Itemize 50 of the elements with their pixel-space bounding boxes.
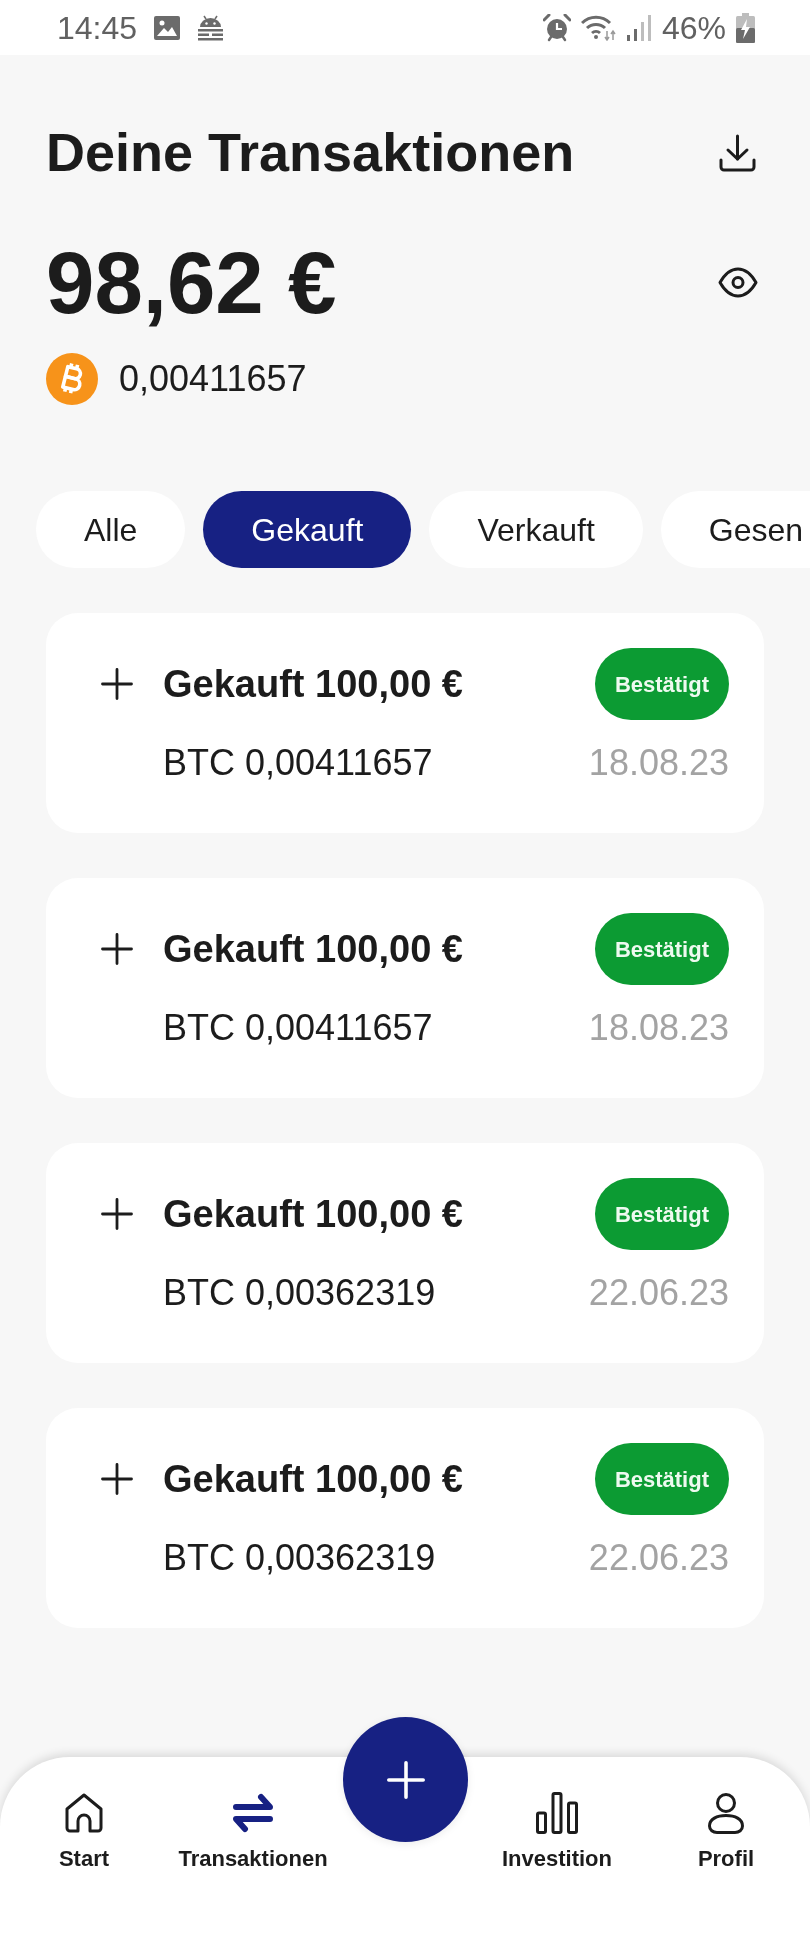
filter-chip[interactable]: Gesen <box>660 491 810 568</box>
status-badge: Bestätigt <box>594 913 729 985</box>
status-badge: Bestätigt <box>594 648 729 720</box>
plus-icon <box>101 1463 133 1495</box>
btc-balance: 0,00411657 <box>119 358 307 400</box>
robot-icon <box>197 14 225 41</box>
transaction-title: Gekauft 100,00 € <box>163 927 464 971</box>
transaction-date: 18.08.23 <box>588 742 729 784</box>
balance-amount: 98,62 € <box>46 239 337 326</box>
plus-icon <box>101 1198 133 1230</box>
transaction-date: 22.06.23 <box>588 1537 729 1579</box>
battery-percent: 46% <box>661 11 726 44</box>
transaction-card[interactable]: Gekauft 100,00 € Bestätigt BTC 0,00362319 22.06.23 <box>46 1408 764 1628</box>
btc-amount: BTC 0,00362319 <box>163 1537 436 1579</box>
filter-chip[interactable]: Verkauft <box>429 491 643 568</box>
battery-icon <box>736 12 755 43</box>
page-title: Deine Transaktionen <box>46 121 575 184</box>
signal-icon <box>626 14 652 41</box>
nav-item[interactable]: Profil <box>697 1792 755 1872</box>
nav-item[interactable]: Investition <box>502 1792 612 1872</box>
eye-icon[interactable] <box>718 267 758 298</box>
transaction-date: 18.08.23 <box>588 1007 729 1049</box>
transaction-card[interactable]: Gekauft 100,00 € Bestätigt BTC 0,00362319 22.06.23 <box>46 1143 764 1363</box>
home-icon <box>65 1793 103 1833</box>
transaction-card[interactable]: Gekauft 100,00 € Bestätigt BTC 0,00411657 18.08.23 <box>46 878 764 1098</box>
image-icon <box>154 15 181 40</box>
nav-item[interactable]: Start <box>58 1792 110 1872</box>
plus-icon <box>386 1760 425 1799</box>
btc-amount: BTC 0,00362319 <box>163 1272 436 1314</box>
status-badge: Bestätigt <box>594 1178 729 1250</box>
bitcoin-icon <box>46 353 98 405</box>
btc-amount: BTC 0,00411657 <box>163 1007 433 1049</box>
transaction-title: Gekauft 100,00 € <box>163 1192 464 1236</box>
transaction-title: Gekauft 100,00 € <box>163 1457 464 1501</box>
bar-chart-icon <box>536 1792 578 1834</box>
status-badge: Bestätigt <box>594 1443 729 1515</box>
status-time: 14:45 <box>57 11 138 44</box>
plus-icon <box>101 933 133 965</box>
person-icon <box>708 1792 744 1834</box>
nav-item[interactable]: Transaktionen <box>178 1792 328 1872</box>
wifi-icon <box>580 14 617 41</box>
download-icon[interactable] <box>719 133 756 172</box>
alarm-clock-icon <box>542 13 571 42</box>
btc-amount: BTC 0,00411657 <box>163 742 433 784</box>
transaction-date: 22.06.23 <box>588 1272 729 1314</box>
filter-chip[interactable]: Alle <box>36 491 186 568</box>
transaction-title: Gekauft 100,00 € <box>163 662 464 706</box>
plus-icon <box>101 668 133 700</box>
transaction-card[interactable]: Gekauft 100,00 € Bestätigt BTC 0,00411657 18.08.23 <box>46 613 764 833</box>
filter-chip[interactable]: Gekauft <box>203 491 412 568</box>
